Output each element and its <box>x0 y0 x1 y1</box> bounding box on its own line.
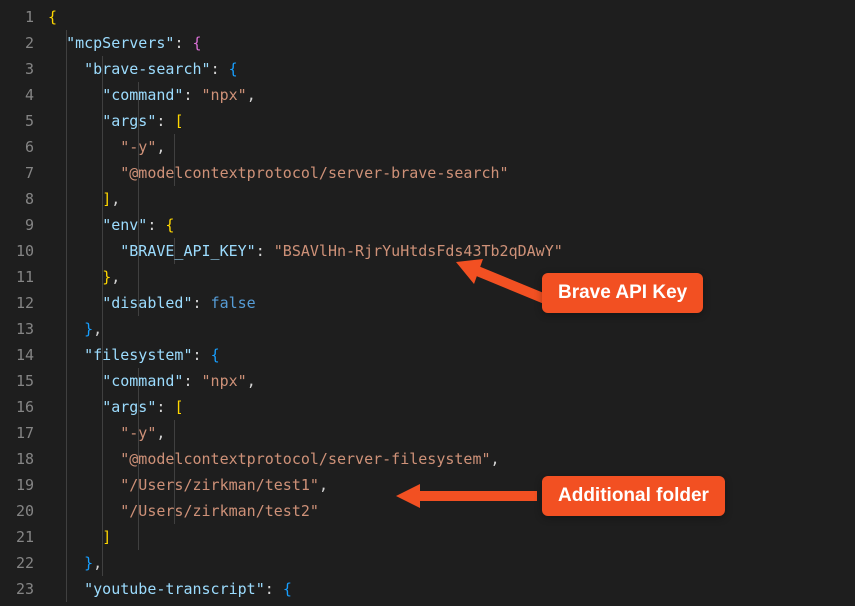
code-line: "-y", <box>48 134 855 160</box>
line-number: 9 <box>8 212 34 238</box>
line-number: 20 <box>8 498 34 524</box>
code-line: "-y", <box>48 420 855 446</box>
line-number: 23 <box>8 576 34 602</box>
line-number: 18 <box>8 446 34 472</box>
code-line: "brave-search": { <box>48 56 855 82</box>
line-number: 6 <box>8 134 34 160</box>
line-number: 7 <box>8 160 34 186</box>
line-number: 11 <box>8 264 34 290</box>
code-line: "command": "npx", <box>48 368 855 394</box>
code-line: ], <box>48 186 855 212</box>
line-number: 13 <box>8 316 34 342</box>
line-number: 8 <box>8 186 34 212</box>
code-line: "command": "npx", <box>48 82 855 108</box>
code-line: "filesystem": { <box>48 342 855 368</box>
code-line: }, <box>48 550 855 576</box>
code-line: "args": [ <box>48 108 855 134</box>
arrow-icon <box>392 480 542 512</box>
line-number: 2 <box>8 30 34 56</box>
code-line: ] <box>48 524 855 550</box>
line-number-gutter: 1 2 3 4 5 6 7 8 9 10 11 12 13 14 15 16 1… <box>0 0 48 606</box>
line-number: 12 <box>8 290 34 316</box>
line-number: 4 <box>8 82 34 108</box>
code-line: "@modelcontextprotocol/server-brave-sear… <box>48 160 855 186</box>
annotation-brave-api-key: Brave API Key <box>542 273 703 313</box>
line-number: 3 <box>8 56 34 82</box>
line-number: 19 <box>8 472 34 498</box>
annotation-additional-folder: Additional folder <box>542 476 725 516</box>
code-line: "youtube-transcript": { <box>48 576 855 602</box>
code-line: "args": [ <box>48 394 855 420</box>
code-editor: 1 2 3 4 5 6 7 8 9 10 11 12 13 14 15 16 1… <box>0 0 855 606</box>
code-line: "env": { <box>48 212 855 238</box>
line-number: 5 <box>8 108 34 134</box>
code-line: "mcpServers": { <box>48 30 855 56</box>
line-number: 15 <box>8 368 34 394</box>
code-line: { <box>48 4 855 30</box>
line-number: 14 <box>8 342 34 368</box>
code-line: "@modelcontextprotocol/server-filesystem… <box>48 446 855 472</box>
line-number: 22 <box>8 550 34 576</box>
line-number: 16 <box>8 394 34 420</box>
line-number: 21 <box>8 524 34 550</box>
line-number: 17 <box>8 420 34 446</box>
line-number: 1 <box>8 4 34 30</box>
line-number: 10 <box>8 238 34 264</box>
